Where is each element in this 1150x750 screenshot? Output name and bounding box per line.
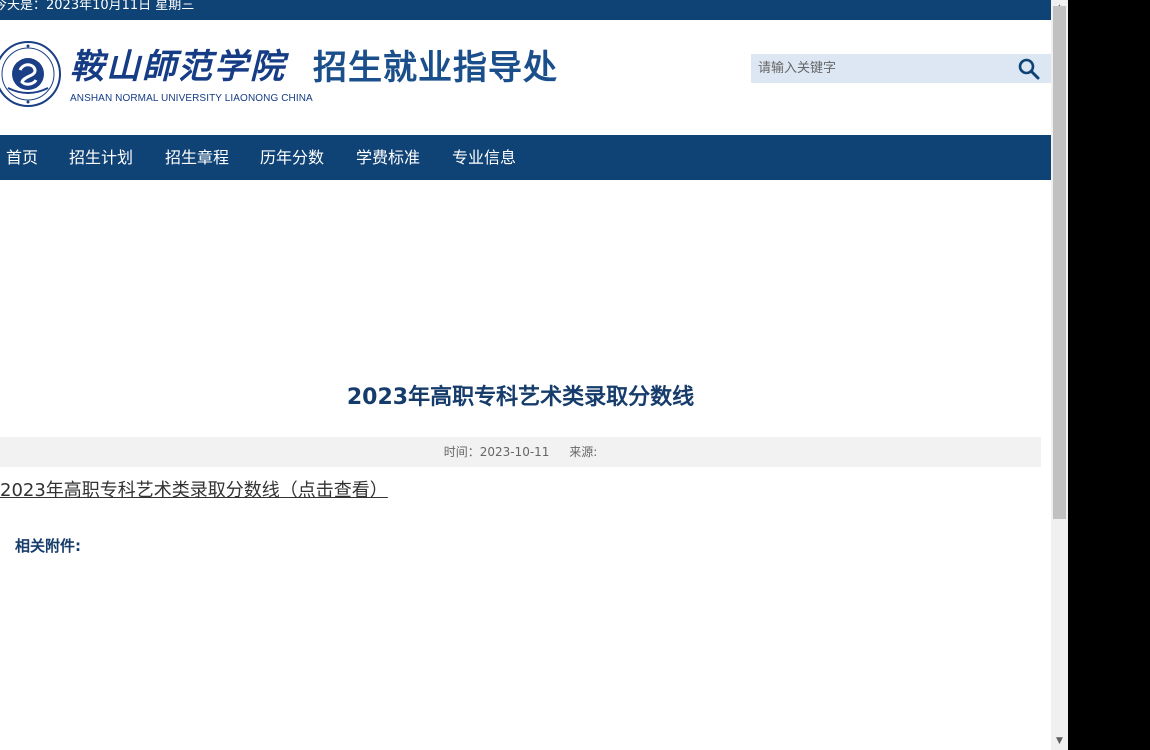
search-box bbox=[751, 54, 1051, 83]
search-input[interactable] bbox=[751, 54, 1013, 83]
search-icon[interactable] bbox=[1017, 57, 1041, 81]
nav-item-enrollment-plan[interactable]: 招生计划 bbox=[69, 135, 133, 180]
nav-item-past-scores[interactable]: 历年分数 bbox=[260, 135, 324, 180]
nav-item-enrollment-charter[interactable]: 招生章程 bbox=[165, 135, 229, 180]
current-date-text: 今天是：2023年10月11日 星期三 bbox=[0, 0, 195, 13]
related-attachments-label: 相关附件: bbox=[15, 537, 81, 555]
scrollbar-thumb[interactable] bbox=[1053, 6, 1066, 519]
department-title: 招生就业指导处 bbox=[313, 48, 558, 88]
article-source: 来源: bbox=[569, 445, 598, 459]
school-name-english: ANSHAN NORMAL UNIVERSITY LIAONONG CHINA bbox=[70, 93, 313, 104]
article-date: 时间：2023-10-11 bbox=[443, 445, 550, 459]
nav-item-tuition-standard[interactable]: 学费标准 bbox=[356, 135, 420, 180]
university-emblem-icon bbox=[0, 41, 61, 107]
top-info-bar: 今天是：2023年10月11日 星期三 bbox=[0, 0, 1051, 20]
article-attachment-link[interactable]: 2023年高职专科艺术类录取分数线（点击查看） bbox=[0, 478, 388, 504]
vertical-scrollbar[interactable]: ▲ ▼ bbox=[1051, 0, 1068, 750]
browser-viewport: 今天是：2023年10月11日 星期三 鞍山師范学院 ANSHAN NORMAL… bbox=[0, 0, 1051, 750]
nav-item-home[interactable]: 首页 bbox=[6, 135, 38, 180]
scroll-down-arrow-icon[interactable]: ▼ bbox=[1051, 733, 1068, 750]
article-title: 2023年高职专科艺术类录取分数线 bbox=[346, 385, 695, 410]
school-name-calligraphy: 鞍山師范学院 bbox=[70, 47, 286, 87]
main-navigation: 首页 招生计划 招生章程 历年分数 学费标准 专业信息 bbox=[0, 135, 1051, 180]
nav-item-major-info[interactable]: 专业信息 bbox=[452, 135, 516, 180]
site-header: 鞍山師范学院 ANSHAN NORMAL UNIVERSITY LIAONONG… bbox=[0, 20, 1051, 135]
article-meta-bar: 时间：2023-10-11 来源: bbox=[0, 437, 1041, 467]
